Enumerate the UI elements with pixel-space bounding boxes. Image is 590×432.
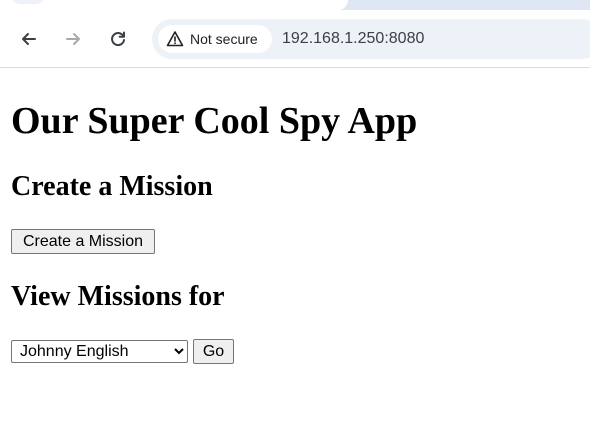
- address-bar[interactable]: Not secure 192.168.1.250:8080: [152, 19, 590, 59]
- view-missions-heading: View Missions for: [11, 281, 225, 312]
- go-button[interactable]: Go: [193, 339, 234, 364]
- back-button[interactable]: [17, 27, 41, 51]
- back-arrow-icon: [22, 33, 36, 45]
- tab-strip: [0, 0, 590, 10]
- tab-edge: [12, 0, 44, 4]
- warning-triangle-icon: [166, 31, 184, 47]
- page-title: Our Super Cool Spy App: [11, 100, 418, 142]
- create-mission-button[interactable]: Create a Mission: [11, 229, 155, 254]
- create-mission-heading: Create a Mission: [11, 171, 213, 202]
- url-text[interactable]: 192.168.1.250:8080: [282, 30, 424, 48]
- reload-button[interactable]: [106, 27, 130, 51]
- forward-button[interactable]: [61, 27, 85, 51]
- forward-arrow-icon: [66, 33, 80, 45]
- agent-select[interactable]: Johnny English: [11, 340, 188, 363]
- reload-icon: [111, 31, 125, 47]
- active-tab[interactable]: [0, 0, 348, 10]
- security-indicator[interactable]: Not secure: [158, 25, 272, 53]
- browser-toolbar: Not secure 192.168.1.250:8080: [0, 10, 590, 68]
- security-label: Not secure: [190, 31, 258, 47]
